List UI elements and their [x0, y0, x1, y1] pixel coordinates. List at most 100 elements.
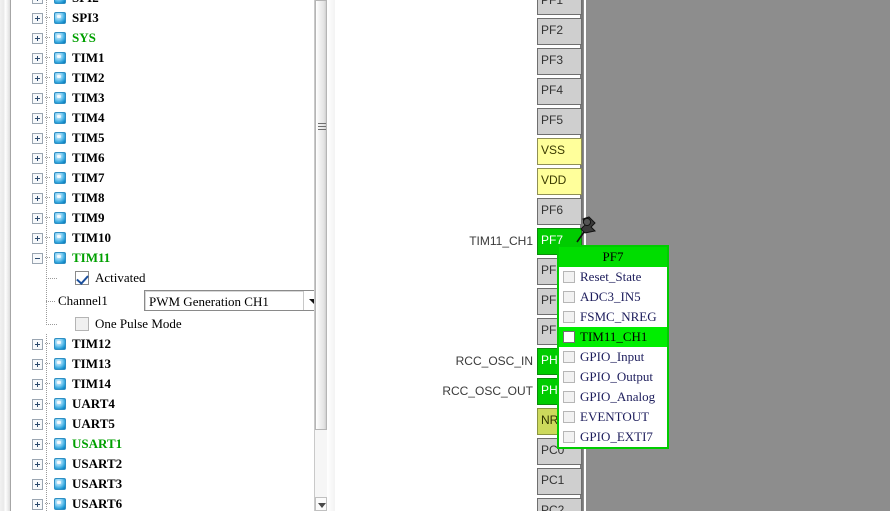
activated-checkbox[interactable] — [75, 271, 89, 285]
tree-vertical-scrollbar[interactable] — [314, 0, 327, 511]
expand-plus-icon[interactable] — [32, 0, 43, 4]
expand-plus-icon[interactable] — [32, 419, 43, 430]
context-menu-item-reset_state[interactable]: Reset_State — [559, 267, 667, 287]
tree-connector-dots — [45, 423, 51, 424]
tree-node-tim10[interactable]: TIM10 — [11, 228, 314, 248]
expand-plus-icon[interactable] — [32, 399, 43, 410]
menu-item-checkbox[interactable] — [563, 351, 575, 363]
expand-plus-icon[interactable] — [32, 339, 43, 350]
expand-plus-icon[interactable] — [32, 73, 43, 84]
expand-plus-icon[interactable] — [32, 379, 43, 390]
expand-plus-icon[interactable] — [32, 113, 43, 124]
expand-plus-icon[interactable] — [32, 213, 43, 224]
tree-connector-dots — [45, 57, 51, 58]
scroll-down-arrow-icon[interactable] — [315, 497, 327, 511]
peripheral-tree[interactable]: SPI2 SPI3 SYS TIM1 TIM2 TIM3 TIM4 TIM5 TIM6 TIM7 T… — [11, 0, 314, 511]
pin-vss[interactable]: VSS — [537, 138, 582, 165]
pin-pf3[interactable]: PF3 — [537, 48, 582, 75]
channel1-select[interactable]: PWM Generation CH1 — [144, 290, 314, 311]
tree-connector-dots — [46, 278, 58, 279]
tree-node-tim13[interactable]: TIM13 — [11, 354, 314, 374]
expand-plus-icon[interactable] — [32, 439, 43, 450]
tree-node-tim5[interactable]: TIM5 — [11, 128, 314, 148]
expand-plus-icon[interactable] — [32, 173, 43, 184]
tree-node-sys[interactable]: SYS — [11, 28, 314, 48]
pin-pf1[interactable]: PF1 — [537, 0, 582, 15]
menu-item-checkbox[interactable] — [563, 331, 575, 343]
tree-node-tim11[interactable]: TIM11 — [11, 248, 314, 268]
panel-splitter[interactable] — [327, 0, 335, 511]
tim11-activated-row[interactable]: Activated — [11, 268, 314, 288]
tree-node-usart1[interactable]: USART1 — [11, 434, 314, 454]
tree-node-usart6[interactable]: USART6 — [11, 494, 314, 511]
menu-item-label: GPIO_Output — [580, 369, 653, 384]
expand-plus-icon[interactable] — [32, 33, 43, 44]
expand-plus-icon[interactable] — [32, 359, 43, 370]
tree-node-tim6[interactable]: TIM6 — [11, 148, 314, 168]
context-menu-item-gpio_exti7[interactable]: GPIO_EXTI7 — [559, 427, 667, 447]
context-menu-item-gpio_output[interactable]: GPIO_Output — [559, 367, 667, 387]
pin-pf4[interactable]: PF4 — [537, 78, 582, 105]
context-menu-item-adc3_in5[interactable]: ADC3_IN5 — [559, 287, 667, 307]
tree-node-tim12[interactable]: TIM12 — [11, 334, 314, 354]
tree-node-tim2[interactable]: TIM2 — [11, 68, 314, 88]
tim11-one-pulse-row[interactable]: One Pulse Mode — [11, 314, 314, 334]
pin-pc2[interactable]: PC2 — [537, 498, 582, 511]
tree-scrollbar-thumb[interactable] — [315, 0, 327, 430]
menu-item-checkbox[interactable] — [563, 271, 575, 283]
pin-signal-context-menu[interactable]: PF7 Reset_State ADC3_IN5 FSMC_NREG TIM11_CH… — [557, 245, 669, 449]
collapse-minus-icon[interactable] — [32, 253, 43, 264]
context-menu-item-gpio_input[interactable]: GPIO_Input — [559, 347, 667, 367]
peripheral-cube-icon — [53, 251, 67, 265]
tree-connector-dots — [45, 237, 51, 238]
tree-node-usart3[interactable]: USART3 — [11, 474, 314, 494]
one-pulse-mode-checkbox[interactable] — [75, 317, 89, 331]
expand-plus-icon[interactable] — [32, 479, 43, 490]
pin-label: PC1 — [541, 473, 565, 487]
tree-connector-dots — [45, 363, 51, 364]
tree-node-tim9[interactable]: TIM9 — [11, 208, 314, 228]
menu-item-checkbox[interactable] — [563, 311, 575, 323]
chevron-down-icon[interactable] — [303, 291, 314, 310]
chip-canvas[interactable]: PF1 PF2 PF3 PF4 PF5 VSS VDD PF6 PF7 PF8 PF9 PF10 PH0… — [336, 0, 890, 511]
menu-item-checkbox[interactable] — [563, 431, 575, 443]
tree-node-spi2[interactable]: SPI2 — [11, 0, 314, 8]
expand-plus-icon[interactable] — [32, 499, 43, 510]
expand-plus-icon[interactable] — [32, 93, 43, 104]
expand-plus-icon[interactable] — [32, 153, 43, 164]
expand-plus-icon[interactable] — [32, 53, 43, 64]
tree-node-uart5[interactable]: UART5 — [11, 414, 314, 434]
tree-node-label: USART2 — [72, 456, 123, 471]
pin-pc1[interactable]: PC1 — [537, 468, 582, 495]
tree-node-usart2[interactable]: USART2 — [11, 454, 314, 474]
tree-node-tim8[interactable]: TIM8 — [11, 188, 314, 208]
menu-item-checkbox[interactable] — [563, 291, 575, 303]
expand-plus-icon[interactable] — [32, 233, 43, 244]
expand-plus-icon[interactable] — [32, 13, 43, 24]
menu-item-checkbox[interactable] — [563, 371, 575, 383]
menu-item-checkbox[interactable] — [563, 391, 575, 403]
tree-node-spi3[interactable]: SPI3 — [11, 8, 314, 28]
tree-node-tim14[interactable]: TIM14 — [11, 374, 314, 394]
expand-plus-icon[interactable] — [32, 193, 43, 204]
tree-node-tim4[interactable]: TIM4 — [11, 108, 314, 128]
pin-pf5[interactable]: PF5 — [537, 108, 582, 135]
pin-pf2[interactable]: PF2 — [537, 18, 582, 45]
context-menu-item-gpio_analog[interactable]: GPIO_Analog — [559, 387, 667, 407]
tree-node-label: UART5 — [72, 416, 115, 431]
expand-plus-icon[interactable] — [32, 133, 43, 144]
menu-item-checkbox[interactable] — [563, 411, 575, 423]
tree-node-tim1[interactable]: TIM1 — [11, 48, 314, 68]
pin-vdd[interactable]: VDD — [537, 168, 582, 195]
tim11-channel1-row[interactable]: Channel1 PWM Generation CH1 — [11, 288, 314, 314]
tree-node-tim7[interactable]: TIM7 — [11, 168, 314, 188]
expand-plus-icon[interactable] — [32, 459, 43, 470]
peripheral-cube-icon — [53, 111, 67, 125]
context-menu-item-eventout[interactable]: EVENTOUT — [559, 407, 667, 427]
context-menu-item-tim11_ch1[interactable]: TIM11_CH1 — [559, 327, 667, 347]
context-menu-item-fsmc_nreg[interactable]: FSMC_NREG — [559, 307, 667, 327]
tree-node-uart4[interactable]: UART4 — [11, 394, 314, 414]
tree-node-tim3[interactable]: TIM3 — [11, 88, 314, 108]
menu-item-label: GPIO_Input — [580, 349, 645, 364]
signal-label-rcc_osc_out: RCC_OSC_OUT — [442, 384, 533, 398]
